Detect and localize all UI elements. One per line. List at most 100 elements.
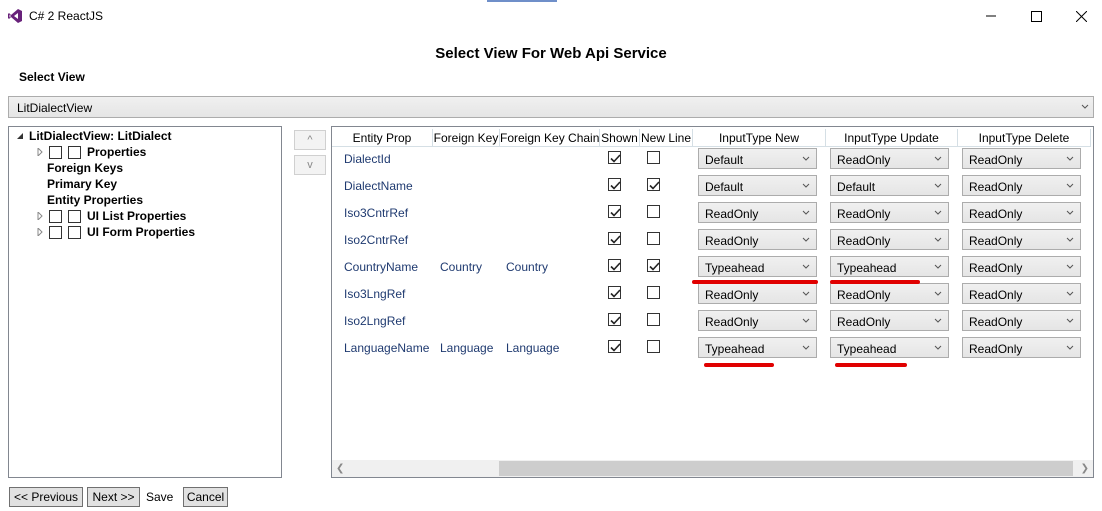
cancel-button[interactable]: Cancel <box>183 487 228 507</box>
inputtype-new-select[interactable]: ReadOnly <box>698 283 817 304</box>
inputtype-new-select[interactable]: ReadOnly <box>698 310 817 331</box>
tree-item-ui-list-properties[interactable]: UI List Properties <box>35 208 186 224</box>
close-icon <box>1075 10 1087 22</box>
inputtype-update-select[interactable]: ReadOnly <box>830 148 949 169</box>
inputtype-delete-select[interactable]: ReadOnly <box>962 310 1081 331</box>
minimize-button[interactable] <box>968 4 1014 28</box>
inputtype-new-select[interactable]: Default <box>698 148 817 169</box>
properties-grid[interactable]: Entity Prop Foreign Key Foreign Key Chai… <box>331 126 1094 478</box>
new-line-checkbox[interactable] <box>647 178 660 191</box>
tree-item-primary-key[interactable]: Primary Key <box>47 176 117 192</box>
tree-root[interactable]: LitDialectView: LitDialect <box>15 128 171 144</box>
chevron-down-icon <box>802 318 810 323</box>
horizontal-scrollbar[interactable]: ❮ ❯ <box>332 460 1093 477</box>
scrollbar-thumb[interactable] <box>499 461 1073 476</box>
move-down-button[interactable]: v <box>294 155 326 175</box>
collapsed-triangle-icon[interactable] <box>35 147 45 157</box>
inputtype-update-select[interactable]: Default <box>830 175 949 196</box>
inputtype-new-select[interactable]: Typeahead <box>698 337 817 358</box>
shown-checkbox[interactable] <box>608 259 621 272</box>
inputtype-new-select[interactable]: Default <box>698 175 817 196</box>
header-foreign-key[interactable]: Foreign Key <box>433 129 500 147</box>
new-line-checkbox[interactable] <box>647 232 660 245</box>
shown-checkbox[interactable] <box>608 205 621 218</box>
previous-button[interactable]: << Previous <box>9 487 83 507</box>
tree-item-label: Primary Key <box>47 177 118 191</box>
collapsed-triangle-icon[interactable] <box>35 211 45 221</box>
shown-checkbox[interactable] <box>608 232 621 245</box>
maximize-icon <box>1030 10 1042 22</box>
header-foreign-key-chain[interactable]: Foreign Key Chain <box>500 129 600 147</box>
shown-checkbox[interactable] <box>608 286 621 299</box>
inputtype-update-select[interactable]: ReadOnly <box>830 310 949 331</box>
scroll-left-icon[interactable]: ❮ <box>336 463 344 474</box>
expanded-triangle-icon[interactable] <box>15 131 25 141</box>
new-line-checkbox[interactable] <box>647 313 660 326</box>
new-line-checkbox[interactable] <box>647 151 660 164</box>
tree-root-label: LitDialectView: LitDialect <box>29 129 172 143</box>
inputtype-update-select[interactable]: Typeahead <box>830 337 949 358</box>
minimize-icon <box>986 15 996 17</box>
foreign-key-chain-cell: Language <box>506 341 560 355</box>
inputtype-delete-select[interactable]: ReadOnly <box>962 283 1081 304</box>
entity-prop-cell: DialectName <box>344 179 413 193</box>
inputtype-update-select[interactable]: ReadOnly <box>830 202 949 223</box>
header-new-line[interactable]: New Line <box>640 129 693 147</box>
inputtype-new-value: ReadOnly <box>705 234 759 248</box>
tree-item-foreign-keys[interactable]: Foreign Keys <box>47 160 123 176</box>
header-entity-prop[interactable]: Entity Prop <box>332 129 433 147</box>
inputtype-delete-select[interactable]: ReadOnly <box>962 148 1081 169</box>
new-line-checkbox[interactable] <box>647 205 660 218</box>
checkbox[interactable] <box>68 225 81 239</box>
move-up-button[interactable]: ^ <box>294 130 326 150</box>
inputtype-delete-select[interactable]: ReadOnly <box>962 202 1081 223</box>
shown-checkbox[interactable] <box>608 340 621 353</box>
inputtype-delete-select[interactable]: ReadOnly <box>962 229 1081 250</box>
inputtype-delete-value: ReadOnly <box>969 261 1023 275</box>
tree-item-ui-form-properties[interactable]: UI Form Properties <box>35 224 195 240</box>
close-button[interactable] <box>1058 4 1102 28</box>
inputtype-update-select[interactable]: ReadOnly <box>830 283 949 304</box>
tree-item-properties[interactable]: Properties <box>35 144 146 160</box>
view-select-value: LitDialectView <box>17 101 93 115</box>
scroll-right-icon[interactable]: ❯ <box>1081 463 1089 474</box>
inputtype-new-value: Typeahead <box>705 261 765 275</box>
chevron-down-icon <box>1066 264 1074 269</box>
inputtype-new-select[interactable]: ReadOnly <box>698 202 817 223</box>
header-shown[interactable]: Shown <box>600 129 640 147</box>
chevron-down-icon <box>934 318 942 323</box>
header-inputtype-update[interactable]: InputType Update <box>826 129 958 147</box>
inputtype-update-value: Typeahead <box>837 261 897 275</box>
tree-item-entity-properties[interactable]: Entity Properties <box>47 192 143 208</box>
inputtype-update-select[interactable]: ReadOnly <box>830 229 949 250</box>
header-inputtype-new[interactable]: InputType New <box>693 129 826 147</box>
header-inputtype-delete[interactable]: InputType Delete <box>958 129 1091 147</box>
checkbox[interactable] <box>68 145 81 159</box>
entity-prop-cell: Iso3CntrRef <box>344 206 409 220</box>
inputtype-update-select[interactable]: Typeahead <box>830 256 949 277</box>
inputtype-new-select[interactable]: Typeahead <box>698 256 817 277</box>
checkbox[interactable] <box>49 225 62 239</box>
inputtype-new-select[interactable]: ReadOnly <box>698 229 817 250</box>
inputtype-delete-select[interactable]: ReadOnly <box>962 175 1081 196</box>
shown-checkbox[interactable] <box>608 178 621 191</box>
save-button[interactable]: Save <box>146 490 173 504</box>
inputtype-delete-select[interactable]: ReadOnly <box>962 337 1081 358</box>
checkbox[interactable] <box>49 145 62 159</box>
tree-item-label: Entity Properties <box>47 193 144 207</box>
new-line-checkbox[interactable] <box>647 340 660 353</box>
maximize-button[interactable] <box>1013 4 1059 28</box>
inputtype-delete-select[interactable]: ReadOnly <box>962 256 1081 277</box>
view-select[interactable]: LitDialectView <box>8 96 1094 118</box>
new-line-checkbox[interactable] <box>647 259 660 272</box>
collapsed-triangle-icon[interactable] <box>35 227 45 237</box>
shown-checkbox[interactable] <box>608 151 621 164</box>
checkbox[interactable] <box>68 209 81 223</box>
next-button[interactable]: Next >> <box>87 487 140 507</box>
inputtype-update-value: ReadOnly <box>837 315 891 329</box>
inputtype-delete-value: ReadOnly <box>969 153 1023 167</box>
shown-checkbox[interactable] <box>608 313 621 326</box>
checkbox[interactable] <box>49 209 62 223</box>
new-line-checkbox[interactable] <box>647 286 660 299</box>
view-tree[interactable]: LitDialectView: LitDialect Properties Fo… <box>8 126 282 478</box>
